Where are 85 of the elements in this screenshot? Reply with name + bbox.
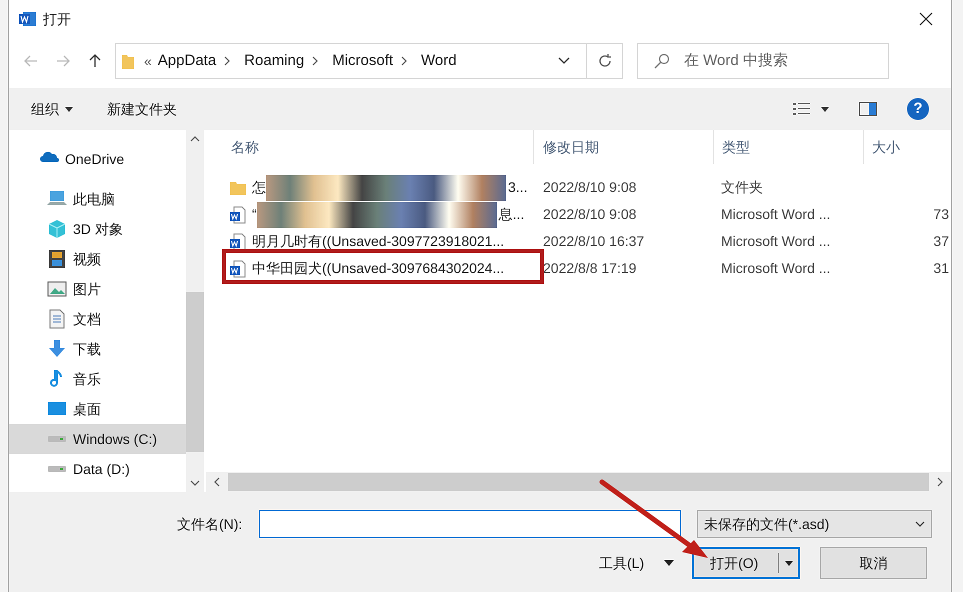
size-cell: 37 <box>933 233 949 249</box>
sidebar-item[interactable]: 3D 对象 <box>9 214 186 244</box>
up-arrow-icon <box>87 53 103 69</box>
breadcrumb-overflow[interactable]: « <box>144 50 152 72</box>
file-name[interactable]: 怎 <box>252 177 266 198</box>
breadcrumb-item[interactable]: Word <box>421 50 457 72</box>
filetype-dropdown[interactable]: 未保存的文件(*.asd) <box>697 510 932 538</box>
cube-icon <box>47 219 67 239</box>
word-file-icon <box>230 232 246 250</box>
back-arrow-icon <box>23 53 39 69</box>
sidebar-item[interactable]: 此电脑 <box>9 184 186 214</box>
sidebar-item[interactable]: Data (D:) <box>9 454 186 484</box>
film-icon <box>47 249 67 269</box>
sidebar-item[interactable]: 视频 <box>9 244 186 274</box>
organize-menu[interactable]: 组织 <box>31 98 73 120</box>
sidebar-item[interactable]: 桌面 <box>9 394 186 424</box>
scroll-right-icon <box>937 477 943 487</box>
type-cell-text: 文件夹 <box>720 178 764 197</box>
type-cell-text: Microsoft Word ... <box>720 259 832 278</box>
type-cell-text: Microsoft Word ... <box>720 232 832 251</box>
sidebar-item[interactable]: Windows (C:) <box>9 424 186 454</box>
caret-icon <box>821 106 829 112</box>
file-name[interactable]: “ <box>252 204 257 225</box>
filename-label: 文件名(N): <box>177 514 244 534</box>
drive-icon <box>47 465 67 473</box>
sidebar-item[interactable]: OneDrive <box>9 144 186 174</box>
file-name-end[interactable]: 3... <box>508 177 528 198</box>
column-header[interactable]: 修改日期 <box>533 130 713 164</box>
size-cell: 31 <box>933 260 949 276</box>
breadcrumb-item[interactable]: Roaming <box>244 50 304 72</box>
open-button[interactable]: 打开(O) <box>692 547 800 579</box>
chevron-icon <box>399 56 410 66</box>
download-arrow-icon <box>47 339 67 359</box>
file-name[interactable]: 明月几时有((Unsaved-3097723918021... <box>252 231 504 252</box>
search-icon <box>654 53 670 69</box>
date-cell-text: 2022/8/10 9:08 <box>542 205 638 224</box>
folder-icon <box>122 53 134 69</box>
forward-arrow-icon <box>55 53 71 69</box>
column-header[interactable]: 名称 <box>206 130 533 164</box>
size-cell: 73 <box>933 206 949 222</box>
close-icon <box>919 12 933 26</box>
address-bar[interactable]: « AppData Roaming Microsoft Word <box>115 43 623 79</box>
chevron-down-icon <box>915 521 925 527</box>
scroll-up-icon <box>190 136 200 142</box>
cancel-button[interactable]: 取消 <box>820 547 928 579</box>
word-file-icon <box>230 206 246 224</box>
view-list-icon <box>793 102 811 116</box>
caret-icon <box>784 560 793 566</box>
help-button[interactable]: ? <box>907 98 929 120</box>
filename-field[interactable] <box>259 510 681 538</box>
sidebar-item[interactable]: 音乐 <box>9 364 186 394</box>
type-cell-text: Microsoft Word ... <box>720 205 832 224</box>
sidebar-item[interactable]: 图片 <box>9 274 186 304</box>
scroll-left-icon <box>214 477 220 487</box>
horizontal-scrollbar[interactable] <box>206 472 951 492</box>
date-cell-text: 2022/8/8 17:19 <box>542 259 638 278</box>
document-icon <box>47 309 67 329</box>
refresh-icon <box>596 53 612 69</box>
file-name[interactable]: 中华田园犬((Unsaved-3097684302024... <box>252 258 504 279</box>
word-app-icon <box>19 11 37 27</box>
folder-icon <box>230 180 246 196</box>
picture-icon <box>47 279 67 299</box>
new-folder-button[interactable]: 新建文件夹 <box>107 98 177 120</box>
scroll-down-icon <box>190 480 200 486</box>
caret-icon <box>65 106 73 112</box>
date-cell-text: 2022/8/10 16:37 <box>542 232 646 251</box>
search-input[interactable]: 在 Word 中搜索 <box>684 50 864 72</box>
file-name-end[interactable]: 息... <box>498 204 524 225</box>
column-header[interactable]: 类型 <box>713 130 863 164</box>
date-cell-text: 2022/8/10 9:08 <box>542 178 638 197</box>
chevron-icon <box>310 56 320 66</box>
dropdown-icon <box>558 57 570 65</box>
chevron-icon <box>222 56 232 66</box>
word-file-icon <box>230 260 246 278</box>
drive-icon <box>47 435 67 443</box>
search-field[interactable]: 在 Word 中搜索 <box>637 43 889 79</box>
caret-icon <box>664 560 674 566</box>
window-title: 打开 <box>43 10 71 28</box>
column-header[interactable]: 大小 <box>863 130 951 164</box>
preview-pane-icon <box>859 102 877 116</box>
tools-menu[interactable]: 工具(L) <box>599 552 674 574</box>
breadcrumb-item[interactable]: Microsoft <box>332 50 394 72</box>
sidebar-item[interactable]: 下载 <box>9 334 186 364</box>
sidebar-item[interactable]: 文档 <box>9 304 186 334</box>
breadcrumb-item[interactable]: AppData <box>158 50 216 72</box>
